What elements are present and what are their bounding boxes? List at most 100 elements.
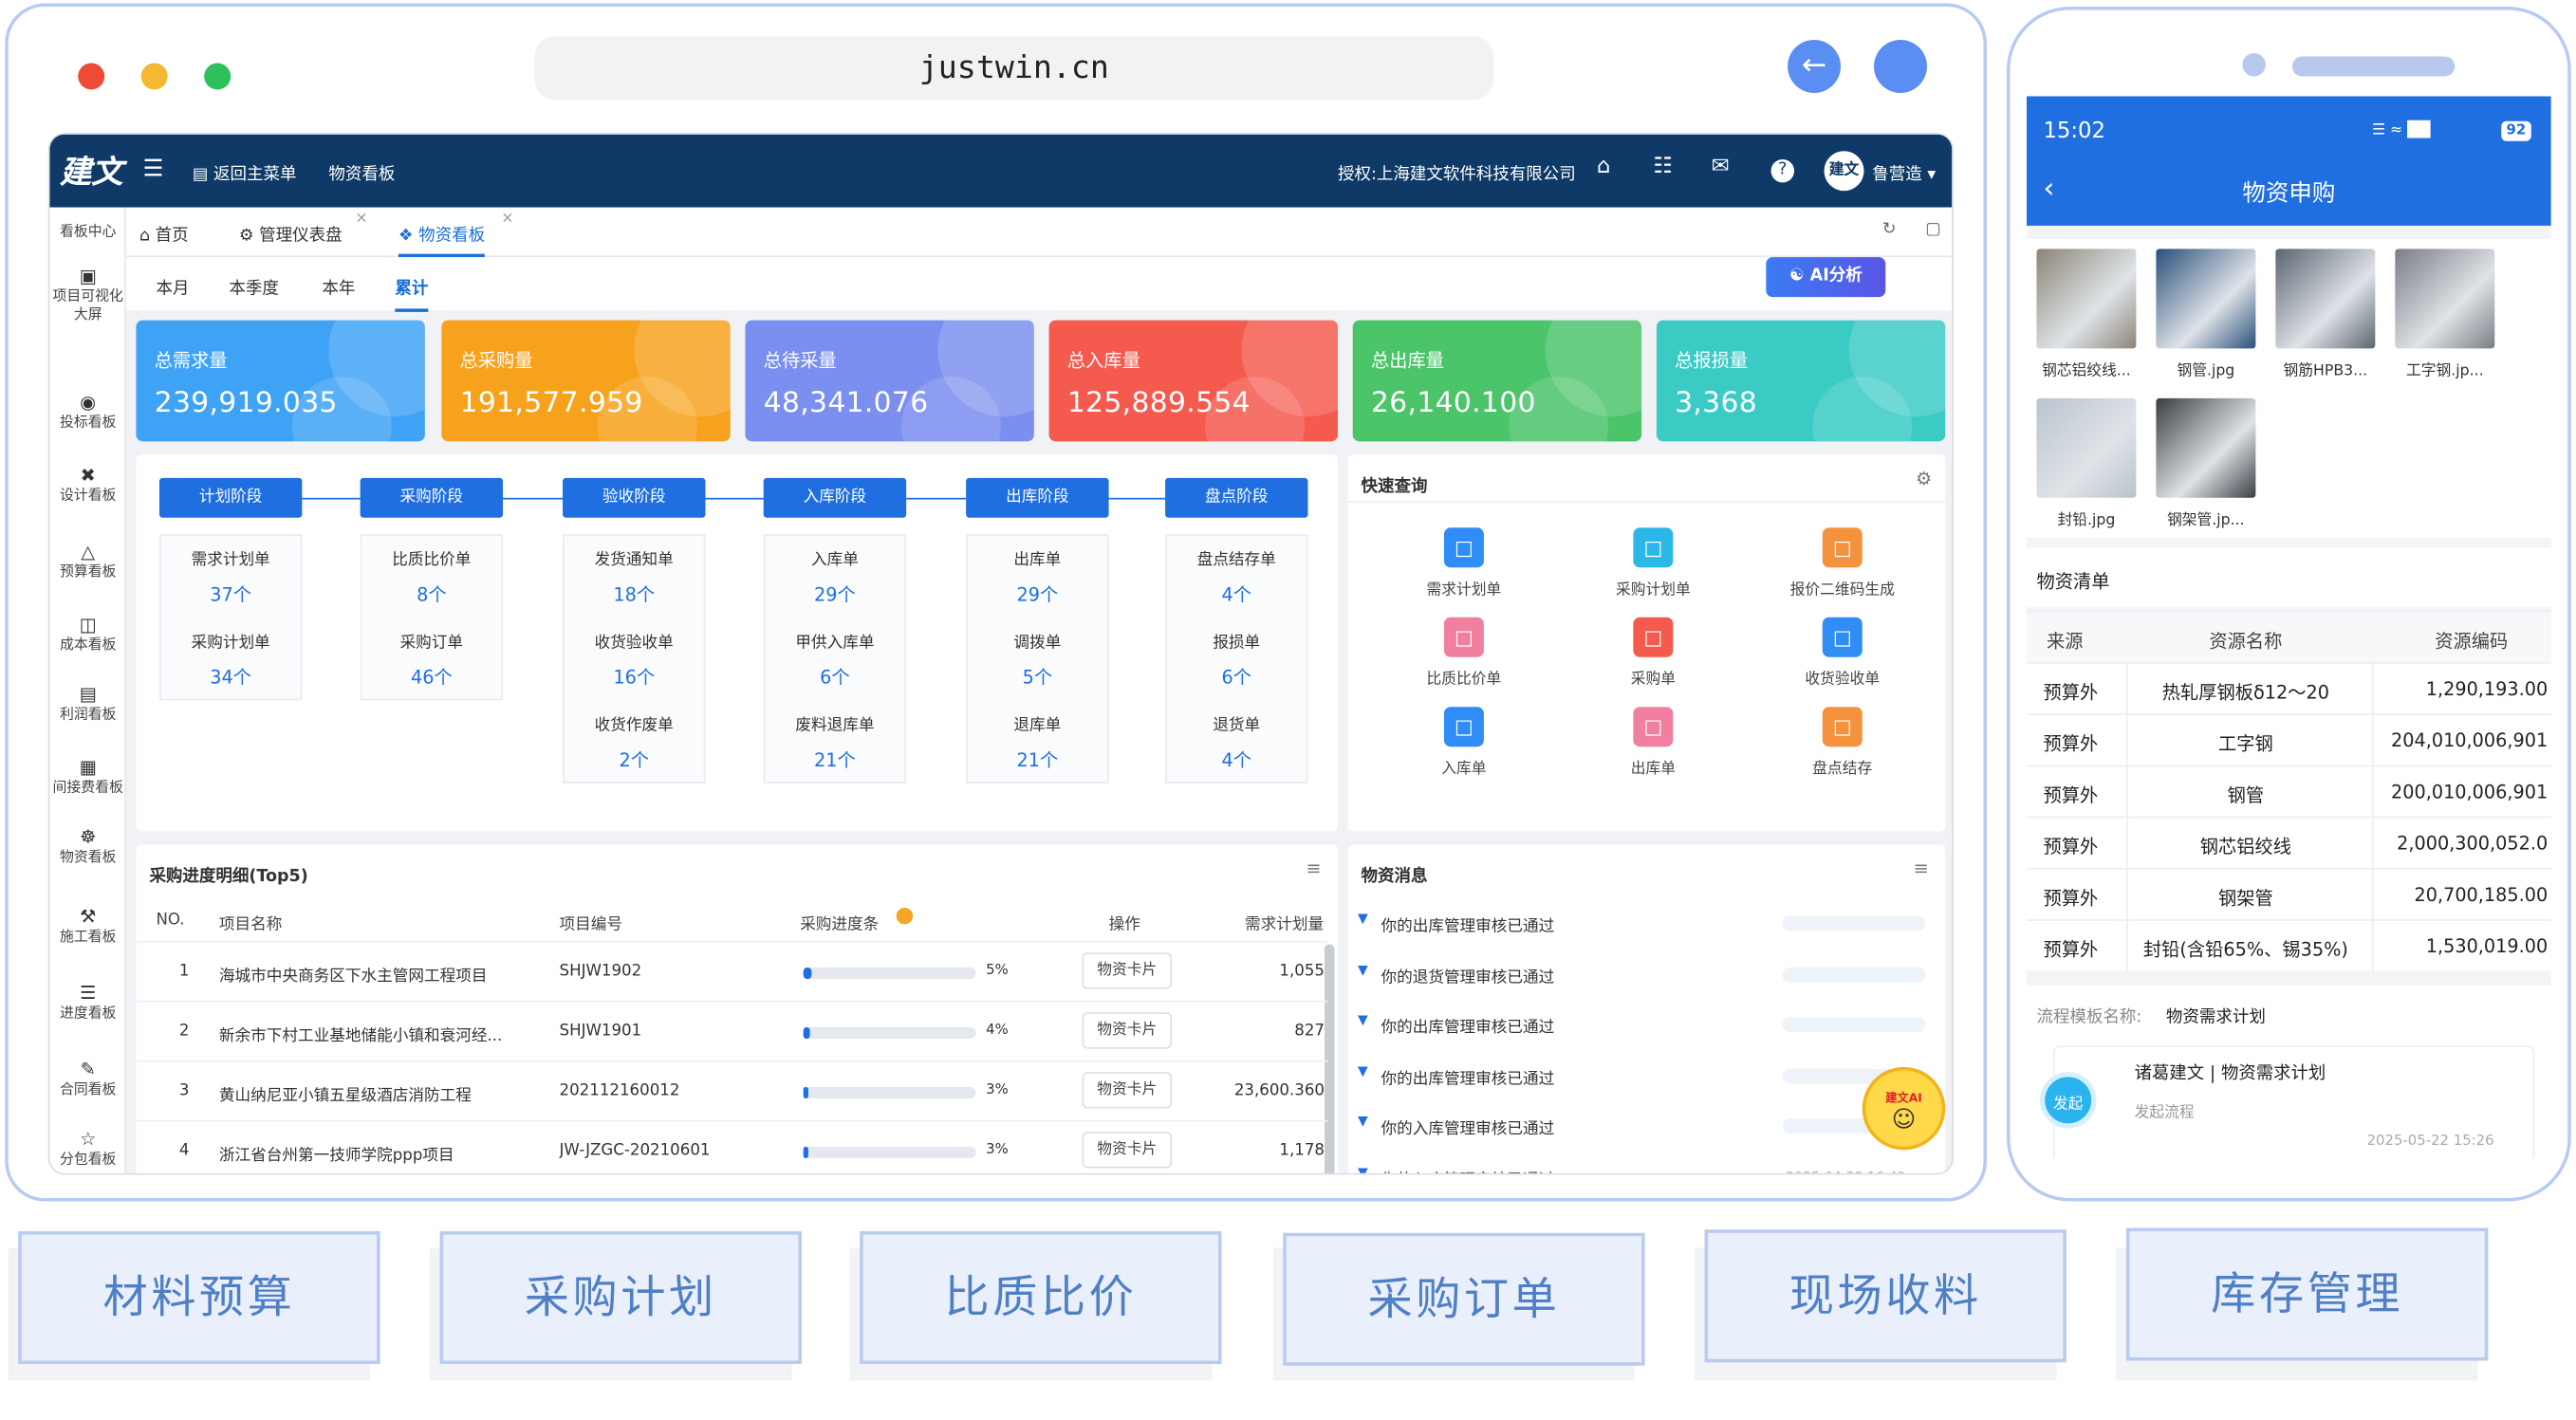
material-thumbnail[interactable] bbox=[2156, 397, 2256, 498]
sidebar-item[interactable]: ⚒ 施工看板 bbox=[49, 908, 125, 948]
settings-gear-icon[interactable]: ⚙ bbox=[1916, 468, 1932, 489]
stage-header[interactable]: 验收阶段 bbox=[563, 477, 706, 518]
stage-item-count[interactable]: 37个 bbox=[161, 581, 301, 607]
stage-item-count[interactable]: 4个 bbox=[1167, 581, 1307, 607]
sidebar-item[interactable]: ✖ 设计看板 bbox=[49, 467, 125, 507]
period-cumulative[interactable]: 累计 bbox=[395, 274, 429, 312]
stage-header[interactable]: 入库阶段 bbox=[763, 477, 907, 518]
quick-query-item[interactable]: □ 出库单 bbox=[1586, 707, 1719, 778]
flow-start-badge[interactable]: 发起 bbox=[2039, 1072, 2097, 1129]
material-thumbnail[interactable] bbox=[2036, 397, 2137, 498]
more-menu-icon[interactable]: ≡ bbox=[1914, 858, 1929, 879]
stage-item-count[interactable]: 5个 bbox=[968, 664, 1107, 691]
quick-query-item[interactable]: □ 报价二维码生成 bbox=[1776, 527, 1909, 599]
message-item[interactable]: ▼ 你的出库管理审核已通过 bbox=[1347, 999, 1928, 1048]
sidebar-item[interactable]: ▦ 间接费看板 bbox=[49, 758, 125, 798]
stage-header[interactable]: 盘点阶段 bbox=[1165, 477, 1308, 518]
material-thumbnail[interactable] bbox=[2156, 249, 2256, 349]
user-avatar[interactable]: 建文 bbox=[1824, 151, 1864, 192]
sidebar-item[interactable]: ▤ 利润看板 bbox=[49, 685, 125, 725]
menu-icon[interactable]: ☰ bbox=[142, 156, 163, 182]
quick-query-item[interactable]: □ 需求计划单 bbox=[1398, 527, 1530, 599]
tab-dashboard[interactable]: ⚙ 管理仪表盘 bbox=[239, 221, 343, 246]
stage-item-count[interactable]: 46个 bbox=[361, 664, 501, 691]
project-name[interactable]: 黄山纳尼亚小镇五星级酒店消防工程 bbox=[219, 1082, 538, 1105]
stage-item-count[interactable]: 21个 bbox=[765, 747, 904, 773]
flow-card[interactable]: 诸葛建文 | 物资需求计划 发起流程 2025-05-22 15:26 bbox=[2052, 1045, 2535, 1159]
sidebar-item[interactable]: ☸ 物资看板 bbox=[49, 828, 125, 868]
sidebar-item[interactable]: 看板中心 bbox=[49, 224, 125, 242]
more-menu-icon[interactable]: ≡ bbox=[1306, 858, 1321, 879]
tab-home[interactable]: ⌂ 首页 bbox=[139, 221, 189, 246]
quick-query-item[interactable]: □ 收货验收单 bbox=[1776, 617, 1909, 689]
material-thumbnail[interactable] bbox=[2036, 249, 2137, 349]
ai-analysis-button[interactable]: ☯ AI分析 bbox=[1766, 257, 1886, 298]
list-row[interactable]: 预算外 工字钢 204,010,006,901 bbox=[2026, 713, 2551, 767]
tab-close-icon[interactable]: × bbox=[355, 211, 367, 227]
stage-header[interactable]: 采购阶段 bbox=[360, 477, 504, 518]
message-item[interactable]: ▼ 你的出库管理审核已通过 bbox=[1347, 897, 1928, 947]
sidebar-item[interactable]: ✎ 合同看板 bbox=[49, 1060, 125, 1100]
feature-button[interactable]: 材料预算 bbox=[18, 1231, 380, 1364]
material-thumbnail[interactable] bbox=[2275, 249, 2376, 349]
period-year[interactable]: 本年 bbox=[322, 274, 355, 299]
material-card-button[interactable]: 物资卡片 bbox=[1082, 1132, 1173, 1169]
tab-material-board[interactable]: ❖ 物资看板 bbox=[398, 221, 486, 258]
feature-button[interactable]: 采购订单 bbox=[1283, 1232, 1645, 1366]
sidebar-item[interactable]: △ 预算看板 bbox=[49, 543, 125, 582]
sidebar-item[interactable]: ☰ 进度看板 bbox=[49, 984, 125, 1024]
tab-close-icon[interactable]: × bbox=[501, 211, 513, 227]
material-card-button[interactable]: 物资卡片 bbox=[1082, 952, 1173, 989]
list-row[interactable]: 预算外 钢芯铝绞线 2,000,300,052.0 bbox=[2026, 816, 2551, 870]
back-arrow-icon[interactable]: ← bbox=[1788, 39, 1842, 93]
stage-item-count[interactable]: 21个 bbox=[968, 747, 1107, 773]
project-name[interactable]: 海城市中央商务区下水主管网工程项目 bbox=[219, 963, 538, 986]
sidebar-item[interactable]: ☆ 分包看板 bbox=[49, 1130, 125, 1170]
sidebar-item[interactable]: ◫ 成本看板 bbox=[49, 616, 125, 655]
period-month[interactable]: 本月 bbox=[156, 274, 189, 299]
material-card-button[interactable]: 物资卡片 bbox=[1082, 1012, 1173, 1049]
material-thumbnail[interactable] bbox=[2395, 249, 2495, 349]
home-icon[interactable]: ⌂ bbox=[1597, 155, 1610, 179]
quick-query-item[interactable]: □ 采购单 bbox=[1586, 617, 1719, 689]
help-icon[interactable]: ? bbox=[1770, 158, 1795, 183]
stage-item-count[interactable]: 34个 bbox=[161, 664, 301, 691]
stage-item-count[interactable]: 18个 bbox=[565, 581, 704, 607]
feature-button[interactable]: 现场收料 bbox=[1704, 1229, 2066, 1363]
stage-item-count[interactable]: 29个 bbox=[968, 581, 1107, 607]
stage-item-count[interactable]: 6个 bbox=[1167, 664, 1307, 691]
stage-item-count[interactable]: 16个 bbox=[565, 664, 704, 691]
quick-query-item[interactable]: □ 采购计划单 bbox=[1586, 527, 1719, 599]
stage-item-count[interactable]: 8个 bbox=[361, 581, 501, 607]
minimize-dot[interactable] bbox=[140, 63, 168, 90]
stage-item-count[interactable]: 29个 bbox=[765, 581, 904, 607]
maximize-dot[interactable] bbox=[204, 63, 232, 90]
stage-header[interactable]: 计划阶段 bbox=[158, 477, 303, 518]
list-row[interactable]: 预算外 钢架管 20,700,185.00 bbox=[2026, 867, 2551, 921]
fullscreen-icon[interactable]: ▢ bbox=[1925, 221, 1941, 239]
stage-item-count[interactable]: 4个 bbox=[1167, 747, 1307, 773]
project-name[interactable]: 新余市下村工业基地储能小镇和衰河经... bbox=[219, 1023, 538, 1045]
stage-header[interactable]: 出库阶段 bbox=[966, 477, 1109, 518]
sidebar-item[interactable]: ▣ 项目可视化大屏 bbox=[49, 267, 125, 325]
list-row[interactable]: 预算外 钢管 200,010,006,901 bbox=[2026, 765, 2551, 819]
ai-mascot[interactable]: 建文AI ☺ bbox=[1862, 1066, 1946, 1151]
stage-item-count[interactable]: 6个 bbox=[765, 664, 904, 691]
back-to-main-link[interactable]: ▤ 返回主菜单 bbox=[193, 159, 297, 184]
list-row[interactable]: 预算外 热轧厚钢板δ12～20 1,290,193.00 bbox=[2026, 661, 2551, 715]
period-quarter[interactable]: 本季度 bbox=[229, 274, 278, 299]
url-bar[interactable]: justwin.cn bbox=[534, 36, 1494, 100]
project-name[interactable]: 浙江省台州第一技师学院ppp项目 bbox=[219, 1142, 538, 1165]
quick-query-item[interactable]: □ 比质比价单 bbox=[1398, 617, 1530, 689]
chat-icon[interactable]: ✉ bbox=[1712, 155, 1730, 179]
org-chart-icon[interactable]: ☷ bbox=[1653, 155, 1672, 179]
message-item[interactable]: ▼ 你的出库管理审核已通过 bbox=[1347, 1049, 1928, 1098]
stage-item-count[interactable]: 2个 bbox=[565, 747, 704, 773]
quick-query-item[interactable]: □ 入库单 bbox=[1398, 707, 1530, 778]
refresh-icon[interactable]: ↻ bbox=[1882, 221, 1897, 239]
profile-circle[interactable] bbox=[1874, 39, 1928, 93]
close-dot[interactable] bbox=[78, 63, 105, 90]
message-item[interactable]: ▼ 你的退货管理审核已通过 bbox=[1347, 949, 1928, 998]
feature-button[interactable]: 采购计划 bbox=[439, 1231, 802, 1364]
sidebar-item[interactable]: ◉ 投标看板 bbox=[49, 394, 125, 433]
